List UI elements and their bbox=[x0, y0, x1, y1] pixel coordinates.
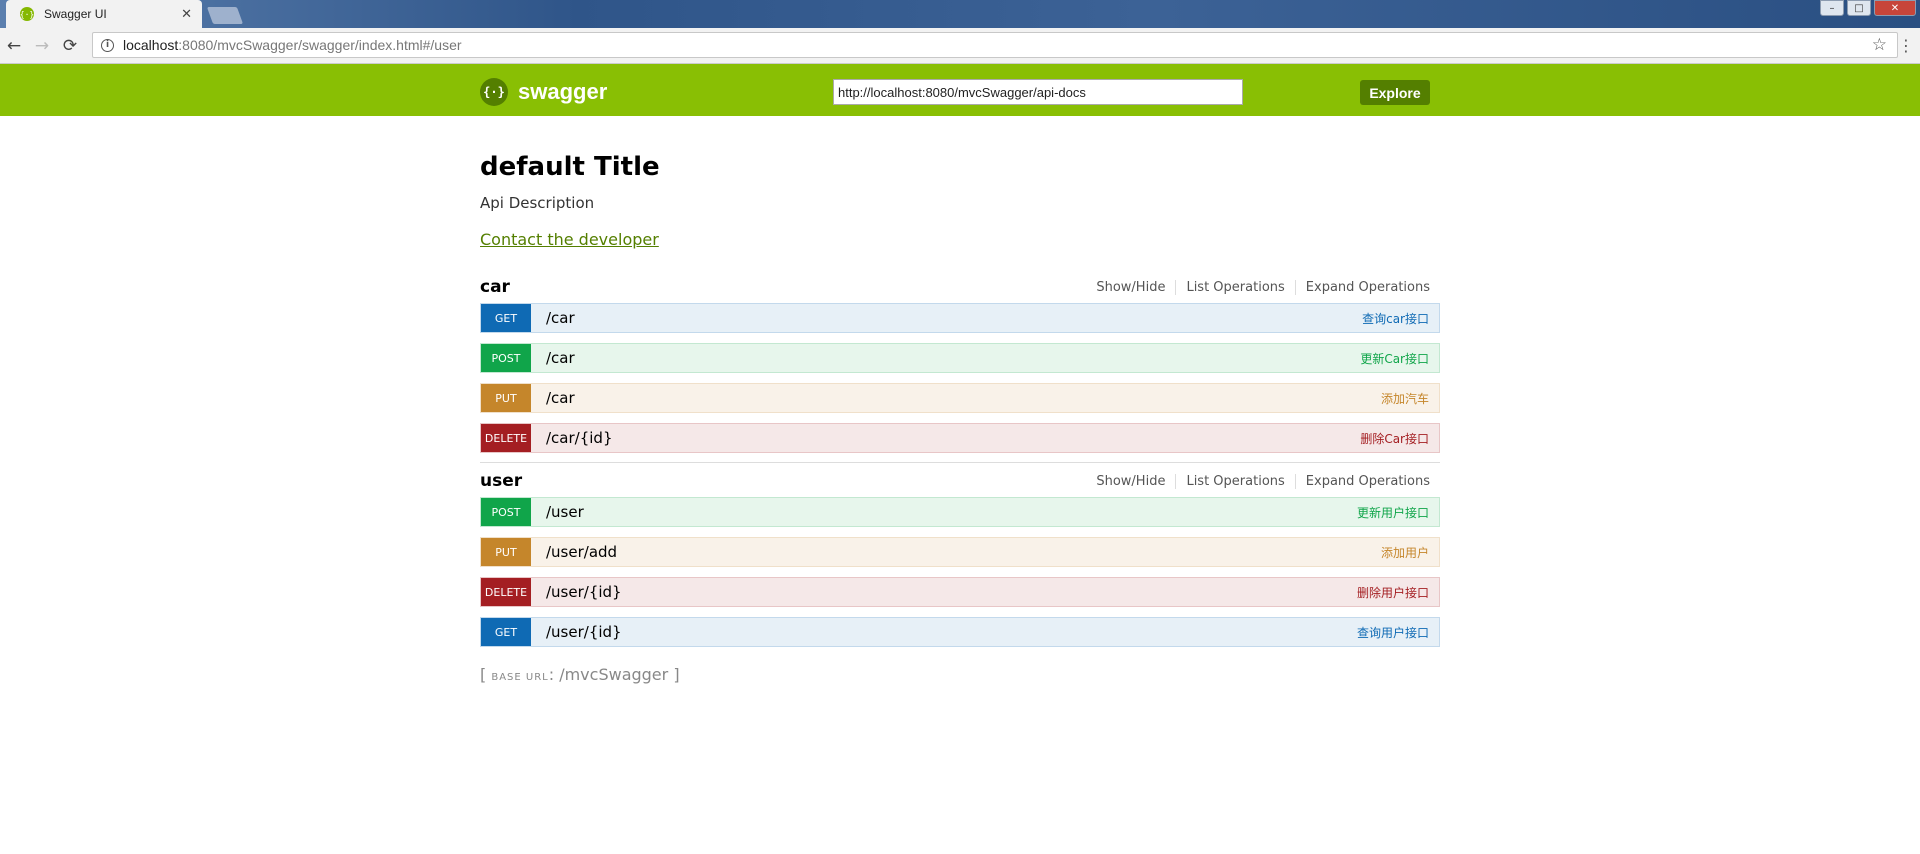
minimize-button[interactable]: – bbox=[1820, 0, 1844, 16]
bookmark-star-icon[interactable]: ☆ bbox=[1872, 35, 1887, 55]
base-url-close: ] bbox=[668, 665, 680, 684]
list-operations-link[interactable]: List Operations bbox=[1176, 279, 1296, 295]
swagger-header: {·} swagger Explore bbox=[0, 64, 1920, 116]
resource-name[interactable]: car bbox=[480, 277, 510, 297]
window-controls: – □ ✕ bbox=[1820, 0, 1916, 16]
operation-row[interactable]: GET/user/{id} 查询用户接口 bbox=[480, 617, 1440, 647]
operation-row[interactable]: PUT/user/add 添加用户 bbox=[480, 537, 1440, 567]
operation-path[interactable]: /user/add bbox=[546, 543, 1381, 561]
swagger-favicon-icon: {·} bbox=[20, 7, 34, 21]
api-title: default Title bbox=[480, 152, 660, 182]
browser-menu-icon[interactable]: ⋮ bbox=[1898, 36, 1914, 55]
explore-button[interactable]: Explore bbox=[1360, 80, 1430, 105]
operation-path[interactable]: /user/{id} bbox=[546, 623, 1357, 641]
api-description: Api Description bbox=[480, 194, 595, 212]
operation-row[interactable]: GET/car 查询car接口 bbox=[480, 303, 1440, 333]
http-method-badge[interactable]: DELETE bbox=[481, 424, 531, 452]
http-method-badge[interactable]: POST bbox=[481, 344, 531, 372]
show-hide-link[interactable]: Show/Hide bbox=[1086, 279, 1177, 295]
back-button[interactable]: ← bbox=[0, 36, 28, 56]
resources-list: car Show/Hide List Operations Expand Operat… bbox=[480, 277, 1440, 647]
forward-button[interactable]: → bbox=[28, 36, 56, 56]
operation-summary[interactable]: 删除Car接口 bbox=[1360, 430, 1429, 447]
swagger-content: default Title Api Description Contact th… bbox=[480, 116, 1440, 684]
base-url-value: /mvcSwagger bbox=[559, 665, 669, 684]
api-url-input[interactable] bbox=[833, 79, 1243, 105]
operation-summary[interactable]: 删除用户接口 bbox=[1357, 584, 1429, 601]
resource-name[interactable]: user bbox=[480, 471, 522, 491]
operation-summary[interactable]: 添加用户 bbox=[1381, 544, 1429, 561]
omnibox[interactable]: i localhost:8080/mvcSwagger/swagger/inde… bbox=[92, 32, 1898, 58]
expand-operations-link[interactable]: Expand Operations bbox=[1296, 474, 1430, 489]
operation-summary[interactable]: 查询用户接口 bbox=[1357, 624, 1429, 641]
http-method-badge[interactable]: POST bbox=[481, 498, 531, 526]
url-path: :8080/mvcSwagger/swagger/index.html#/use… bbox=[178, 37, 462, 53]
resource-car: car Show/Hide List Operations Expand Operat… bbox=[480, 277, 1440, 453]
operation-path[interactable]: /car bbox=[546, 309, 1362, 327]
swagger-logo-icon: {·} bbox=[480, 78, 508, 106]
show-hide-link[interactable]: Show/Hide bbox=[1086, 473, 1177, 489]
operation-path[interactable]: /user bbox=[546, 503, 1357, 521]
operation-summary[interactable]: 更新用户接口 bbox=[1357, 504, 1429, 521]
operation-summary[interactable]: 添加汽车 bbox=[1381, 390, 1429, 407]
window-titlebar: {·} Swagger UI ✕ – □ ✕ bbox=[0, 0, 1920, 28]
operation-path[interactable]: /car bbox=[546, 389, 1381, 407]
operation-row[interactable]: PUT/car 添加汽车 bbox=[480, 383, 1440, 413]
base-url-label: BASE URL bbox=[491, 672, 549, 683]
contact-developer-link[interactable]: Contact the developer bbox=[480, 230, 659, 249]
maximize-button[interactable]: □ bbox=[1847, 0, 1871, 16]
base-url-open: [ bbox=[480, 665, 492, 684]
operation-row[interactable]: DELETE/user/{id} 删除用户接口 bbox=[480, 577, 1440, 607]
new-tab-button[interactable] bbox=[206, 7, 244, 24]
list-operations-link[interactable]: List Operations bbox=[1176, 473, 1296, 489]
resource-actions: Show/Hide List Operations Expand Operation… bbox=[1086, 473, 1430, 489]
operation-path[interactable]: /user/{id} bbox=[546, 583, 1357, 601]
operation-summary[interactable]: 更新Car接口 bbox=[1360, 350, 1429, 367]
url-host: localhost bbox=[123, 37, 179, 53]
http-method-badge[interactable]: PUT bbox=[481, 538, 531, 566]
base-url-sep: : bbox=[548, 665, 560, 684]
reload-button[interactable]: ⟳ bbox=[56, 36, 84, 56]
operation-path[interactable]: /car bbox=[546, 349, 1360, 367]
address-bar: ← → ⟳ i localhost:8080/mvcSwagger/swagge… bbox=[0, 28, 1920, 64]
http-method-badge[interactable]: PUT bbox=[481, 384, 531, 412]
http-method-badge[interactable]: GET bbox=[481, 618, 531, 646]
url-text: localhost:8080/mvcSwagger/swagger/index.… bbox=[123, 37, 462, 53]
resource-header: user Show/Hide List Operations Expand Opera… bbox=[480, 471, 1440, 491]
browser-tab[interactable]: {·} Swagger UI ✕ bbox=[6, 0, 202, 28]
resource-actions: Show/Hide List Operations Expand Operation… bbox=[1086, 279, 1430, 295]
http-method-badge[interactable]: DELETE bbox=[481, 578, 531, 606]
swagger-logo-text: swagger bbox=[518, 79, 608, 104]
tab-title: Swagger UI bbox=[44, 7, 107, 21]
swagger-logo[interactable]: {·} swagger bbox=[480, 78, 607, 106]
expand-operations-link[interactable]: Expand Operations bbox=[1296, 280, 1430, 295]
operation-summary[interactable]: 查询car接口 bbox=[1362, 310, 1429, 327]
tab-close-icon[interactable]: ✕ bbox=[181, 7, 192, 22]
resource-user: user Show/Hide List Operations Expand Opera… bbox=[480, 462, 1440, 647]
site-info-icon[interactable]: i bbox=[101, 38, 114, 52]
operation-row[interactable]: DELETE/car/{id} 删除Car接口 bbox=[480, 423, 1440, 453]
operation-row[interactable]: POST/user 更新用户接口 bbox=[480, 497, 1440, 527]
operation-row[interactable]: POST/car 更新Car接口 bbox=[480, 343, 1440, 373]
base-url: [ BASE URL: /mvcSwagger ] bbox=[480, 665, 1440, 684]
close-window-button[interactable]: ✕ bbox=[1874, 0, 1916, 16]
http-method-badge[interactable]: GET bbox=[481, 304, 531, 332]
resource-header: car Show/Hide List Operations Expand Operat… bbox=[480, 277, 1440, 297]
operation-path[interactable]: /car/{id} bbox=[546, 429, 1360, 447]
